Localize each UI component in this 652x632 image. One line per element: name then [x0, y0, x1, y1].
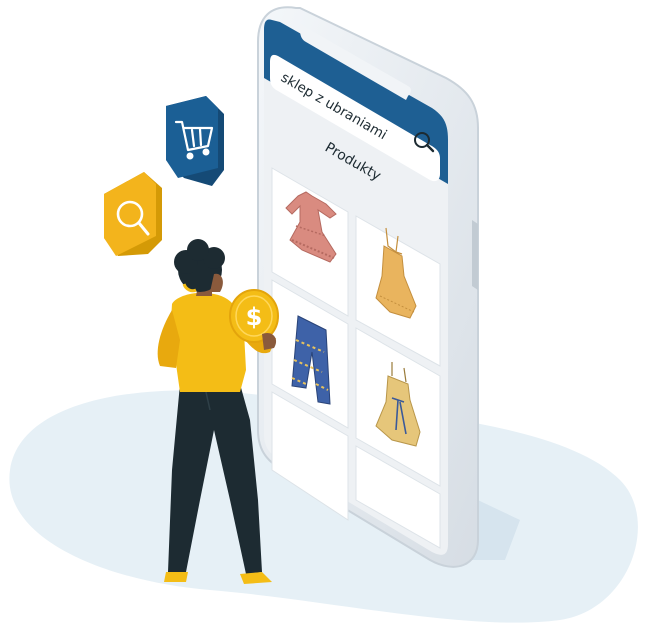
woman-head — [174, 239, 225, 293]
woman-shoe-left — [164, 572, 188, 582]
phone-side-button — [472, 220, 478, 290]
coin-symbol: $ — [246, 303, 263, 331]
cart-icon[interactable] — [166, 96, 224, 186]
phone: sklep z ubraniami Produkty — [257, 6, 479, 568]
scene: sklep z ubraniami Produkty $ — [9, 6, 638, 623]
search-icon[interactable] — [104, 172, 162, 256]
